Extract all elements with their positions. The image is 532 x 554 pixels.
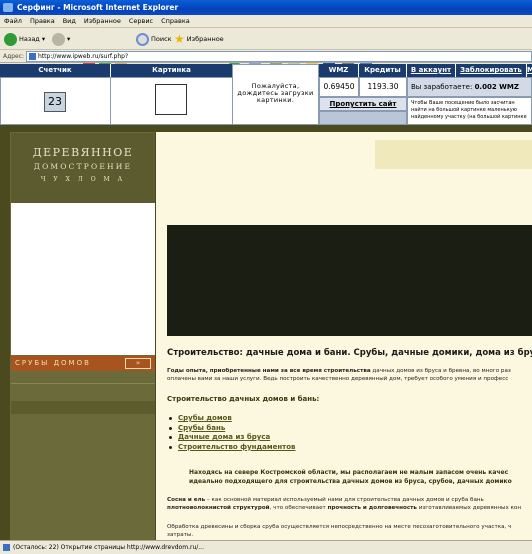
page-icon xyxy=(29,53,36,60)
toolbar: Назад ▾ ▾ Поиск ★ Избранное xyxy=(0,28,532,74)
location-paragraph: Находясь на севере Костромской области, … xyxy=(189,469,509,476)
counter-value: 23 xyxy=(44,92,66,112)
intro-paragraph: Годы опыта, приобретенные нами за все вр… xyxy=(167,368,511,374)
wmz-header: WMZ xyxy=(319,64,358,77)
star-icon: ★ xyxy=(174,32,185,46)
surf-panel: Счетчик Картинка WMZ Кредиты В аккаунт З… xyxy=(0,64,532,125)
menu-file[interactable]: Файл xyxy=(0,15,26,27)
instructions-text: Чтобы Ваше посещение было засчитан найти… xyxy=(407,97,532,125)
status-text: (Осталось: 22) Открытие страницы http://… xyxy=(13,544,204,551)
intro-paragraph-line2: оплачены вами за наши услуги. Ведь постр… xyxy=(167,376,509,382)
back-arrow-icon xyxy=(4,32,17,46)
link-sruby-domov[interactable]: Срубы домов xyxy=(168,414,295,424)
page-heading: Строительство: дачные дома и бани. Срубы… xyxy=(167,348,532,358)
credits-header: Кредиты xyxy=(359,64,406,77)
services-list: Срубы домов Срубы бань Дачные дома из бр… xyxy=(168,414,295,453)
material-paragraph-line2: плотноволокнистой структурой, что обеспе… xyxy=(167,505,521,511)
favorites-button[interactable]: ★ Избранное xyxy=(174,31,224,47)
address-input[interactable]: http://www.ipweb.ru/surf.php? xyxy=(26,51,532,62)
search-button[interactable]: Поиск xyxy=(136,31,172,47)
block-link[interactable]: Заблокировать xyxy=(456,64,526,77)
left-nav-strip xyxy=(11,401,155,414)
earned-value: 0.002 WMZ xyxy=(474,83,519,91)
processing-paragraph-line2: затраты. xyxy=(167,532,194,538)
earned-label: Вы заработаете: xyxy=(411,83,473,91)
window-title: Серфинг - Microsoft Internet Explorer xyxy=(17,3,179,12)
menu-bar: Файл Правка Вид Избранное Сервис Справка xyxy=(0,15,532,28)
earnings-box: Вы заработаете: 0.002 WMZ xyxy=(407,77,532,97)
site-logo[interactable]: ДЕРЕВЯННОЕ ДОМОСТРОЕНИЕ Ч У Х Л О М А xyxy=(11,133,155,203)
location-paragraph-line2: идеально подходящего для строительства д… xyxy=(189,478,512,485)
skip-cell-bottom xyxy=(319,111,407,125)
wait-message: Пожалуйста, дождитесь загрузки картинки. xyxy=(232,64,319,125)
captcha-picture[interactable] xyxy=(155,84,187,115)
section-heading: Строительство дачных домов и бань: xyxy=(167,395,320,403)
address-label: Адрес: xyxy=(3,53,25,60)
wmz-value: 0.69450 xyxy=(319,77,359,97)
search-icon xyxy=(136,32,149,46)
forward-arrow-icon xyxy=(52,32,65,46)
credits-value: 1193.30 xyxy=(359,77,407,97)
address-bar: Адрес: http://www.ipweb.ru/surf.php? xyxy=(0,50,532,63)
ie-icon xyxy=(3,3,13,12)
status-bar: (Осталось: 22) Открытие страницы http://… xyxy=(0,540,532,554)
flash-banner[interactable] xyxy=(167,225,532,336)
processing-paragraph: Обработка древесины и сборка сруба осуще… xyxy=(167,524,512,530)
menu-help[interactable]: Справка xyxy=(157,15,194,27)
menu-view[interactable]: Вид xyxy=(59,15,80,27)
menu-tools[interactable]: Сервис xyxy=(125,15,157,27)
arrow-right-icon: » xyxy=(125,358,151,369)
menu-edit[interactable]: Правка xyxy=(26,15,59,27)
title-bar: Серфинг - Microsoft Internet Explorer xyxy=(0,0,532,15)
menu-favorites[interactable]: Избранное xyxy=(80,15,125,27)
address-url: http://www.ipweb.ru/surf.php? xyxy=(38,53,129,60)
divider xyxy=(11,383,155,384)
link-sruby-ban[interactable]: Срубы бань xyxy=(168,424,295,434)
sruby-domov-link[interactable]: СРУБЫ ДОМОВ » xyxy=(11,356,155,371)
more-link[interactable]: М xyxy=(527,64,532,77)
left-banner-area xyxy=(11,203,155,355)
account-link[interactable]: В аккаунт xyxy=(407,64,455,77)
counter-header: Счетчик xyxy=(0,64,110,77)
back-button[interactable]: Назад ▾ xyxy=(4,31,45,47)
header-strip xyxy=(375,140,532,169)
forward-button[interactable]: ▾ xyxy=(52,31,70,47)
skip-site-button[interactable]: Пропустить сайт xyxy=(319,97,407,111)
loading-page-icon xyxy=(3,544,10,551)
picture-header: Картинка xyxy=(111,64,232,77)
material-paragraph: Сосна и ель – как основной материал испо… xyxy=(167,497,484,503)
link-fundamenty[interactable]: Строительство фундаментов xyxy=(168,443,295,453)
link-dachnye-doma[interactable]: Дачные дома из бруса xyxy=(168,433,295,443)
